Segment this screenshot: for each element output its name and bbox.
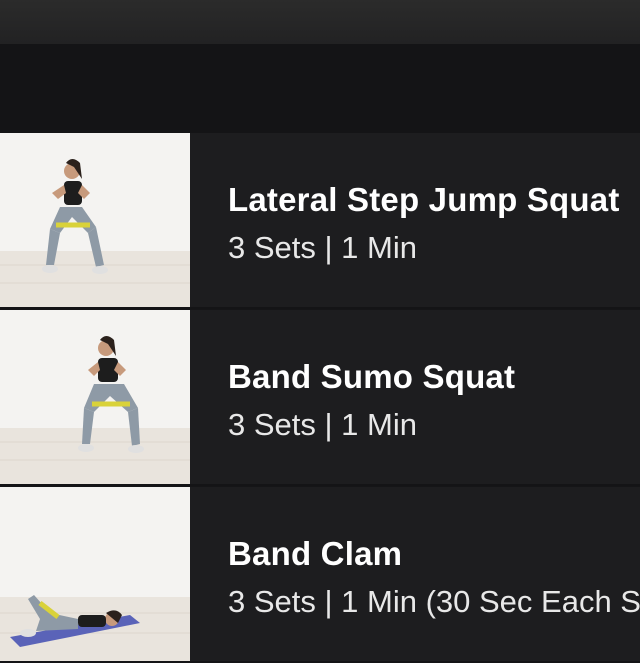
exercise-title: Lateral Step Jump Squat <box>228 181 620 218</box>
exercise-row-lateral-step-jump-squat[interactable]: Lateral Step Jump Squat 3 Sets | 1 Min <box>0 133 640 309</box>
exercise-photo-band-clam <box>0 487 190 661</box>
exercise-meta: 3 Sets | 1 Min <box>228 407 417 442</box>
exercise-thumbnail <box>0 133 190 307</box>
header-area <box>0 44 640 133</box>
exercise-info: Band Clam 3 Sets | 1 Min (30 Sec Each Si… <box>228 534 640 622</box>
exercise-row-band-sumo-squat[interactable]: Band Sumo Squat 3 Sets | 1 Min <box>0 310 640 486</box>
top-status-strip <box>0 0 640 44</box>
exercise-photo-lateral-step-jump-squat <box>0 133 190 307</box>
exercise-list: Lateral Step Jump Squat 3 Sets | 1 Min B… <box>0 133 640 663</box>
exercise-info: Band Sumo Squat 3 Sets | 1 Min <box>228 357 640 445</box>
exercise-meta: 3 Sets | 1 Min <box>228 230 417 265</box>
exercise-row-band-clam[interactable]: Band Clam 3 Sets | 1 Min (30 Sec Each Si… <box>0 487 640 663</box>
exercise-thumbnail <box>0 487 190 661</box>
exercise-photo-band-sumo-squat <box>0 310 190 484</box>
exercise-thumbnail <box>0 310 190 484</box>
exercise-info: Lateral Step Jump Squat 3 Sets | 1 Min <box>228 180 640 268</box>
exercise-meta: 3 Sets | 1 Min (30 Sec Each Side) <box>228 584 640 619</box>
exercise-title: Band Sumo Squat <box>228 358 516 395</box>
exercise-title: Band Clam <box>228 535 403 572</box>
